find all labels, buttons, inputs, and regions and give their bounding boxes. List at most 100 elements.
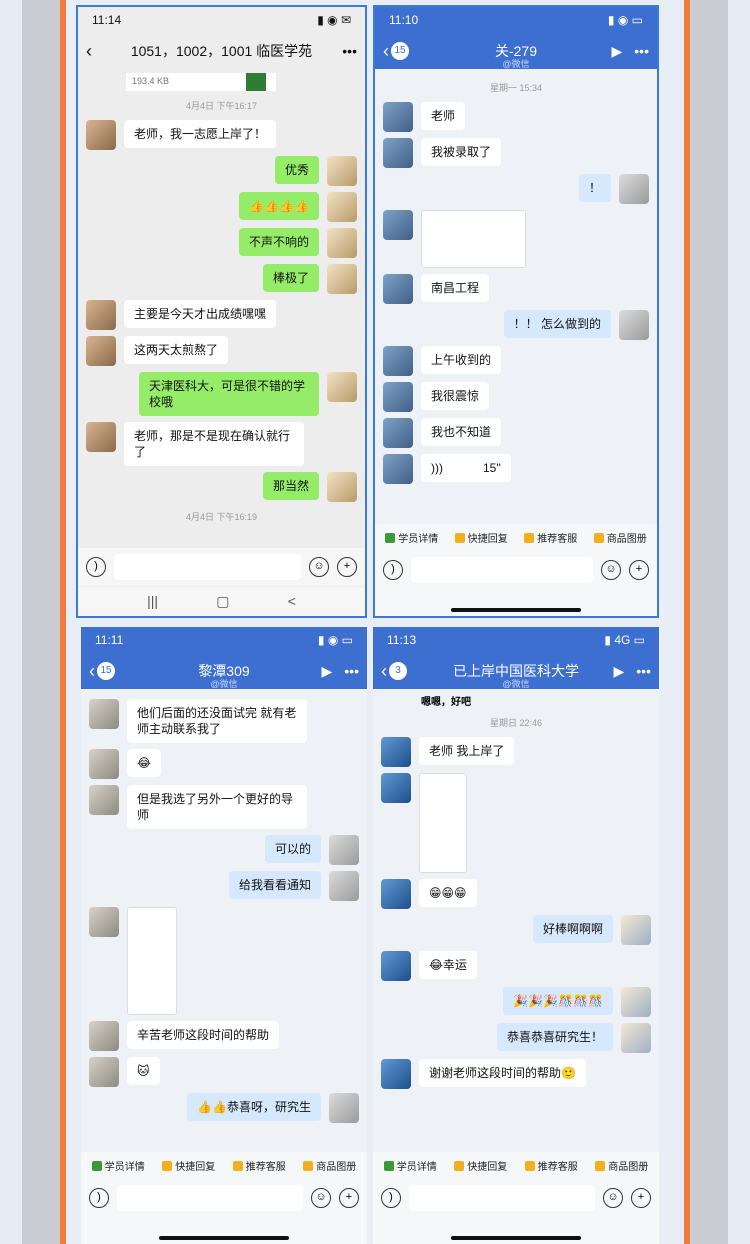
- video-call-icon[interactable]: ▶: [322, 663, 333, 680]
- message-bubble[interactable]: 棒极了: [262, 264, 319, 292]
- avatar[interactable]: [381, 879, 411, 909]
- avatar[interactable]: [329, 835, 359, 865]
- toolbar-item[interactable]: 快捷回复: [162, 1158, 215, 1173]
- avatar[interactable]: [327, 228, 357, 258]
- message-bubble[interactable]: 辛苦老师这段时间的帮助: [127, 1021, 280, 1049]
- avatar[interactable]: [327, 472, 357, 502]
- message-bubble[interactable]: 天津医科大，可是很不错的学校哦: [139, 372, 319, 416]
- message-bubble[interactable]: 这两天太煎熬了: [124, 336, 229, 364]
- toolbar-item[interactable]: 推荐客服: [524, 530, 577, 545]
- message-bubble[interactable]: 👍👍👍👍: [239, 192, 319, 220]
- message-bubble[interactable]: 老师: [421, 102, 466, 130]
- toolbar-item[interactable]: 快捷回复: [454, 530, 508, 545]
- more-icon[interactable]: •••: [636, 663, 651, 679]
- emoji-icon[interactable]: ☺: [309, 557, 329, 577]
- avatar[interactable]: [327, 264, 357, 294]
- video-call-icon[interactable]: ▶: [612, 43, 623, 60]
- toolbar-item[interactable]: 商品图册: [595, 1158, 648, 1173]
- avatar[interactable]: [86, 300, 116, 330]
- message-bubble[interactable]: 可以的: [264, 835, 321, 863]
- avatar[interactable]: [383, 138, 413, 168]
- avatar[interactable]: [383, 382, 413, 412]
- avatar[interactable]: [381, 951, 411, 981]
- plus-icon[interactable]: +: [629, 560, 649, 580]
- back-nav-icon[interactable]: <: [288, 593, 296, 610]
- avatar[interactable]: [619, 310, 649, 340]
- toolbar-item[interactable]: 推荐客服: [232, 1158, 286, 1173]
- toolbar-item[interactable]: 学员详情: [383, 1158, 437, 1173]
- avatar[interactable]: [383, 210, 413, 240]
- avatar[interactable]: [383, 274, 413, 304]
- avatar[interactable]: [86, 120, 116, 150]
- message-bubble[interactable]: 😁😁😁: [419, 879, 477, 907]
- voice-icon[interactable]: ): [381, 1188, 401, 1208]
- message-input[interactable]: [411, 557, 593, 583]
- message-bubble[interactable]: 老师，我一志愿上岸了！: [124, 120, 277, 148]
- avatar[interactable]: [89, 1021, 119, 1051]
- message-bubble[interactable]: 恭喜恭喜研究生！: [496, 1023, 613, 1051]
- avatar[interactable]: [86, 422, 116, 452]
- voice-icon[interactable]: ): [383, 560, 403, 580]
- message-bubble[interactable]: 那当然: [262, 472, 319, 500]
- avatar[interactable]: [381, 737, 411, 767]
- file-card[interactable]: 193.4 KB: [126, 73, 276, 91]
- toolbar-item[interactable]: 学员详情: [91, 1158, 145, 1173]
- emoji-icon[interactable]: ☺: [311, 1188, 331, 1208]
- avatar[interactable]: [89, 785, 119, 815]
- message-bubble[interactable]: 我也不知道: [421, 418, 502, 446]
- plus-icon[interactable]: +: [337, 557, 357, 577]
- avatar[interactable]: [86, 336, 116, 366]
- avatar[interactable]: [381, 1059, 411, 1089]
- plus-icon[interactable]: +: [631, 1188, 651, 1208]
- avatar[interactable]: [89, 699, 119, 729]
- message-input[interactable]: [409, 1185, 595, 1211]
- emoji-icon[interactable]: ☺: [603, 1188, 623, 1208]
- avatar[interactable]: [89, 749, 119, 779]
- message-bubble[interactable]: 南昌工程: [421, 274, 490, 302]
- message-bubble[interactable]: 老师，那是不是现在确认就行了: [124, 422, 304, 466]
- message-input[interactable]: [117, 1185, 303, 1211]
- image-message[interactable]: [421, 210, 526, 268]
- message-bubble[interactable]: 好棒啊啊啊: [532, 915, 613, 943]
- more-icon[interactable]: •••: [342, 43, 357, 59]
- message-input[interactable]: [114, 554, 301, 580]
- avatar[interactable]: [89, 907, 119, 937]
- voice-icon[interactable]: ): [89, 1188, 109, 1208]
- avatar[interactable]: [327, 192, 357, 222]
- message-bubble[interactable]: 但是我选了另外一个更好的导师: [127, 785, 307, 829]
- toolbar-item[interactable]: 商品图册: [303, 1158, 356, 1173]
- video-call-icon[interactable]: ▶: [614, 663, 625, 680]
- message-bubble[interactable]: 👍👍恭喜呀，研究生: [187, 1093, 321, 1121]
- message-bubble[interactable]: 不声不响的: [238, 228, 319, 256]
- avatar[interactable]: [327, 372, 357, 402]
- avatar[interactable]: [619, 174, 649, 204]
- message-bubble[interactable]: 我很震惊: [421, 382, 490, 410]
- message-bubble[interactable]: 主要是今天才出成绩嘿嘿: [124, 300, 277, 328]
- voice-message[interactable]: ))) 15'': [421, 454, 511, 482]
- avatar[interactable]: [621, 1023, 651, 1053]
- toolbar-item[interactable]: 学员详情: [385, 530, 438, 545]
- recent-apps-icon[interactable]: |||: [147, 593, 158, 610]
- image-message[interactable]: [127, 907, 177, 1015]
- avatar[interactable]: [383, 454, 413, 484]
- back-icon[interactable]: ‹: [86, 41, 92, 62]
- avatar[interactable]: [383, 418, 413, 448]
- avatar[interactable]: [329, 871, 359, 901]
- avatar[interactable]: [383, 102, 413, 132]
- message-bubble[interactable]: 他们后面的还没面试完 就有老师主动联系我了: [127, 699, 307, 743]
- message-bubble[interactable]: 上午收到的: [421, 346, 502, 374]
- more-icon[interactable]: •••: [344, 663, 359, 679]
- home-icon[interactable]: ▢: [216, 593, 229, 610]
- message-bubble[interactable]: 🐱: [127, 1057, 160, 1085]
- avatar[interactable]: [381, 773, 411, 803]
- message-bubble[interactable]: 老师 我上岸了: [419, 737, 515, 765]
- message-bubble[interactable]: 谢谢老师这段时间的帮助🙂: [419, 1059, 586, 1087]
- toolbar-item[interactable]: 快捷回复: [454, 1158, 507, 1173]
- toolbar-item[interactable]: 推荐客服: [524, 1158, 578, 1173]
- avatar[interactable]: [383, 346, 413, 376]
- message-bubble[interactable]: 我被录取了: [421, 138, 502, 166]
- emoji-icon[interactable]: ☺: [601, 560, 621, 580]
- plus-icon[interactable]: +: [339, 1188, 359, 1208]
- message-bubble[interactable]: 🎉🎉🎉🎊🎊🎊: [503, 987, 613, 1015]
- message-bubble[interactable]: 😂: [127, 749, 162, 777]
